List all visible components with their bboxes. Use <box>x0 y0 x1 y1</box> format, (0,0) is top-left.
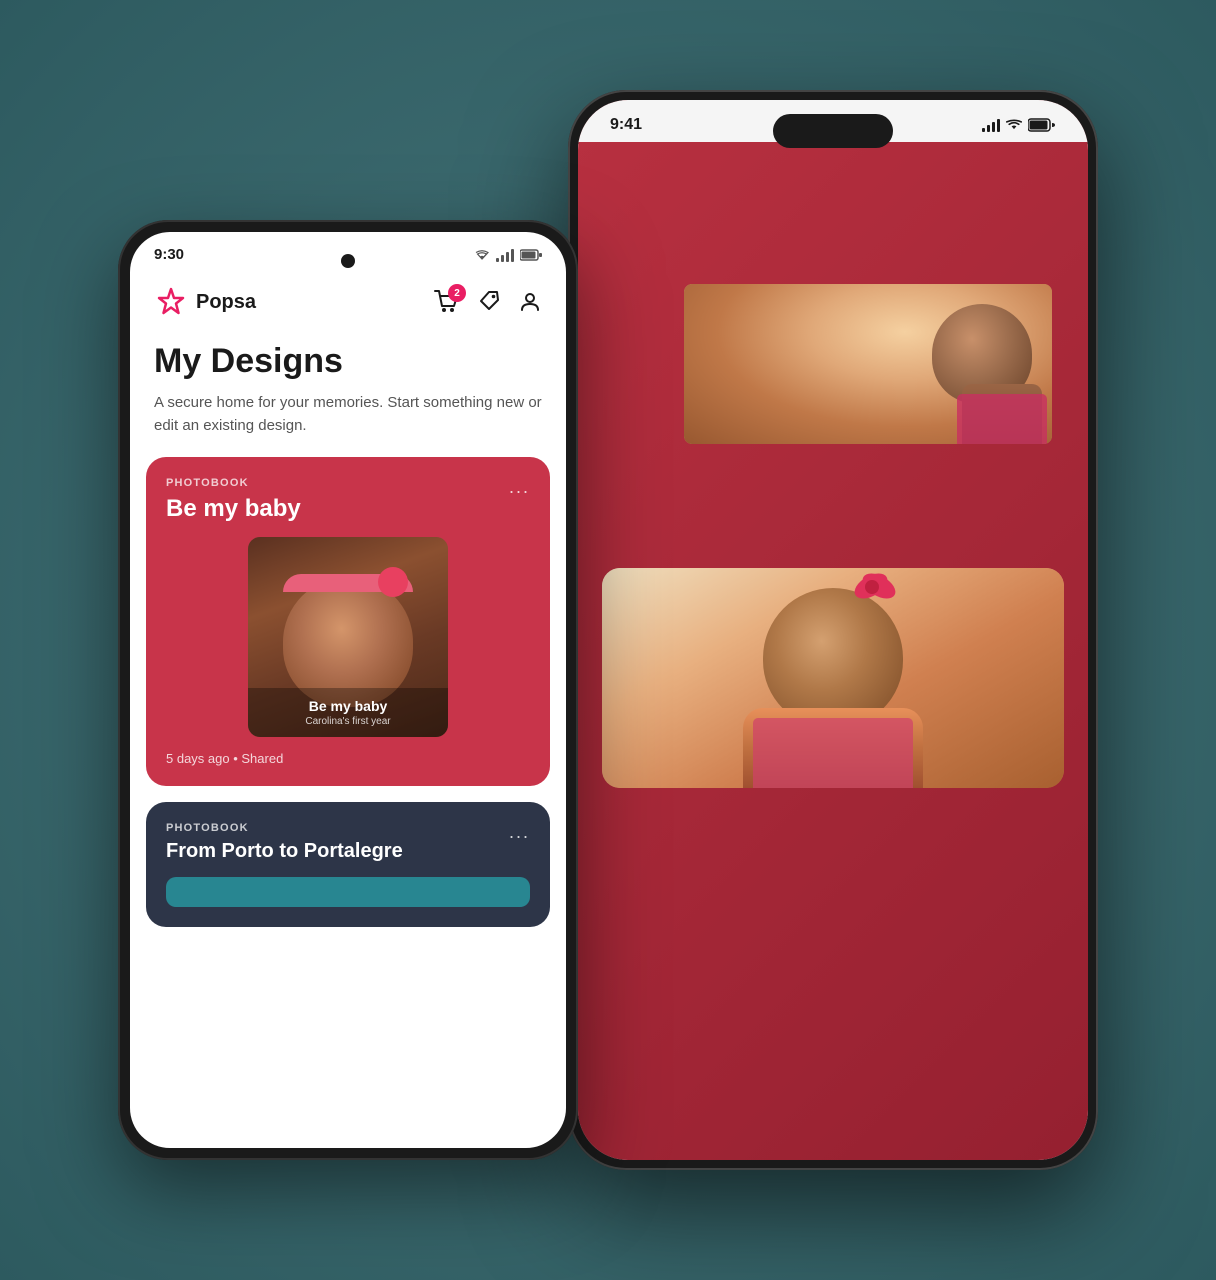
card-cta-button <box>166 877 530 907</box>
photo-page-card-1 <box>602 272 1064 492</box>
battery-icon-left <box>520 249 542 261</box>
design-card-photobook-1[interactable]: PHOTOBOOK Be my baby ... Be my baby <box>146 457 550 786</box>
wifi-icon-right <box>1006 119 1022 132</box>
page-title: My Designs <box>130 335 566 388</box>
book-title-overlay: Be my baby Carolina's first year <box>248 688 448 737</box>
profile-icon <box>518 290 542 314</box>
battery-icon-right <box>1028 118 1056 132</box>
book-overlay-title: Be my baby <box>260 698 436 714</box>
dynamic-island <box>773 114 893 148</box>
design-card-photobook-2[interactable]: PHOTOBOOK From Porto to Portalegre ... <box>146 802 550 927</box>
photo-page-card-2 <box>602 568 1064 788</box>
book-overlay-subtitle: Carolina's first year <box>260 716 436 727</box>
status-time-right: 9:41 <box>610 116 642 134</box>
wifi-icon-left <box>474 249 490 261</box>
baby-clothing <box>957 394 1047 444</box>
phone-right: 9:41 <box>568 90 1098 1170</box>
logo-text: Popsa <box>196 291 256 314</box>
tag-button[interactable] <box>478 290 500 314</box>
photo-main-1 <box>684 284 1052 444</box>
photo-strip-1 <box>614 284 674 444</box>
profile-button[interactable] <box>518 290 542 314</box>
card-title-1: Be my baby <box>166 495 530 523</box>
header-icons: 2 <box>434 290 542 314</box>
status-icons-right <box>982 118 1056 132</box>
card-title-2: From Porto to Portalegre <box>166 840 530 863</box>
baby-photo-2 <box>602 568 1064 788</box>
cart-button[interactable]: 2 <box>434 290 460 314</box>
page-subtitle: A secure home for your memories. Start s… <box>130 388 566 457</box>
baby-photo-1 <box>684 284 1052 444</box>
card-meta-1: 5 days ago • Shared <box>166 751 530 766</box>
status-icons-left <box>474 248 542 262</box>
baby-head-photo-2 <box>763 588 903 728</box>
photo-page-inner-1 <box>602 272 1064 456</box>
phones-container: 9:30 <box>118 90 1098 1190</box>
popsa-logo-icon <box>154 285 188 319</box>
logo-container: Popsa <box>154 285 256 319</box>
phone-left: 9:30 <box>118 220 578 1160</box>
tag-icon <box>478 290 500 314</box>
photo-strip-content-1 <box>614 284 674 444</box>
card-image-1: Be my baby Carolina's first year <box>248 537 448 737</box>
cart-badge: 2 <box>448 284 466 302</box>
card-type-label-1: PHOTOBOOK <box>166 477 530 489</box>
app-header: Popsa 2 <box>130 269 566 335</box>
card-menu-2[interactable]: ... <box>509 822 530 843</box>
signal-icon-left <box>496 248 514 262</box>
signal-icon-right <box>982 119 1000 132</box>
card-menu-1[interactable]: ... <box>509 477 530 498</box>
camera-hole <box>341 254 355 268</box>
card-type-label-2: PHOTOBOOK <box>166 822 530 834</box>
status-time-left: 9:30 <box>154 246 184 263</box>
